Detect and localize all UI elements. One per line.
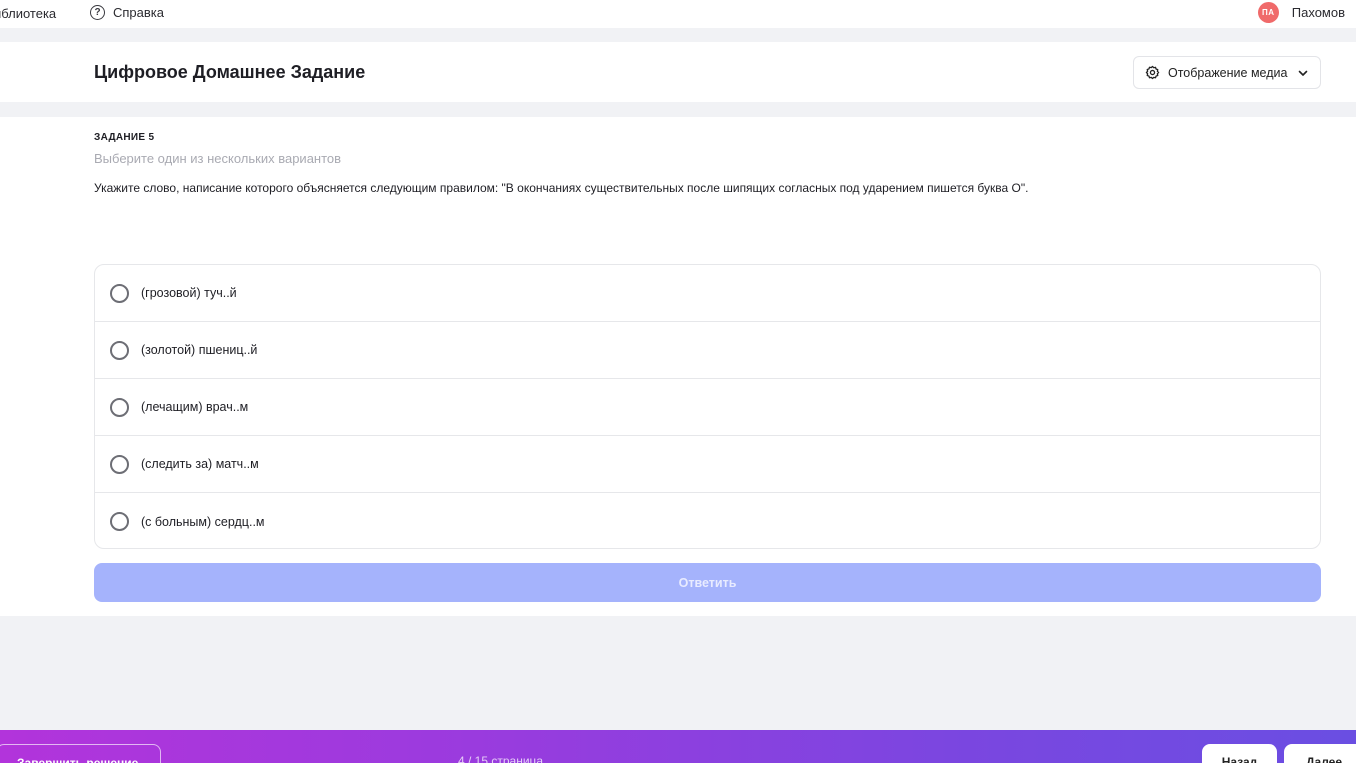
submit-answer-button[interactable]: Ответить <box>94 563 1321 602</box>
next-button[interactable]: Далее <box>1284 744 1356 763</box>
radio-button[interactable] <box>110 397 129 417</box>
answer-option[interactable]: (грозовой) туч..й <box>95 265 1320 322</box>
answer-option[interactable]: (следить за) матч..м <box>95 436 1320 493</box>
gear-icon <box>1145 65 1160 80</box>
answer-option-label: (лечащим) врач..м <box>141 400 249 414</box>
top-navigation-bar: иблиотека ? Справка ПА Пахомов <box>0 0 1356 28</box>
answer-option-label: (с больным) сердц..м <box>141 514 265 529</box>
answer-option-label: (следить за) матч..м <box>141 457 259 471</box>
back-button[interactable]: Назад <box>1202 744 1277 763</box>
task-card: ЗАДАНИЕ 5 Выберите один из нескольких ва… <box>0 117 1356 616</box>
page-title: Цифровое Домашнее Задание <box>94 62 366 82</box>
chevron-down-icon <box>1298 70 1308 76</box>
radio-button[interactable] <box>110 283 129 303</box>
answer-option[interactable]: (с больным) сердц..м <box>95 493 1320 548</box>
answer-option-label: (золотой) пшениц..й <box>141 343 258 357</box>
task-hint: Выберите один из нескольких вариантов <box>94 151 342 166</box>
finish-solution-button[interactable]: Завершить решение <box>0 744 161 763</box>
user-menu[interactable]: ПА Пахомов <box>1257 2 1345 23</box>
media-display-label: Отображение медиа <box>1168 65 1288 80</box>
task-question: Укажите слово, написание которого объясн… <box>94 181 1029 195</box>
answer-option-label: (грозовой) туч..й <box>141 286 237 300</box>
nav-library-link[interactable]: иблиотека <box>0 6 56 21</box>
answer-option[interactable]: (лечащим) врач..м <box>95 379 1320 436</box>
avatar: ПА <box>1257 2 1279 23</box>
radio-button[interactable] <box>110 454 129 474</box>
page-progress: 4 / 15 страница <box>458 754 544 763</box>
user-name: Пахомов <box>1291 5 1345 20</box>
media-display-dropdown[interactable]: Отображение медиа <box>1133 56 1321 89</box>
radio-button[interactable] <box>110 512 129 531</box>
answer-options: (грозовой) туч..й (золотой) пшениц..й (л… <box>94 264 1321 549</box>
task-number: ЗАДАНИЕ 5 <box>94 132 155 143</box>
page-header: Цифровое Домашнее Задание Отображение ме… <box>0 42 1356 102</box>
nav-help-link[interactable]: ? Справка <box>90 5 164 20</box>
question-circle-icon: ? <box>90 5 105 20</box>
nav-help-label: Справка <box>113 5 164 20</box>
radio-button[interactable] <box>110 340 129 360</box>
bottom-action-bar: Завершить решение 4 / 15 страница Назад … <box>0 730 1356 763</box>
answer-option[interactable]: (золотой) пшениц..й <box>95 322 1320 379</box>
